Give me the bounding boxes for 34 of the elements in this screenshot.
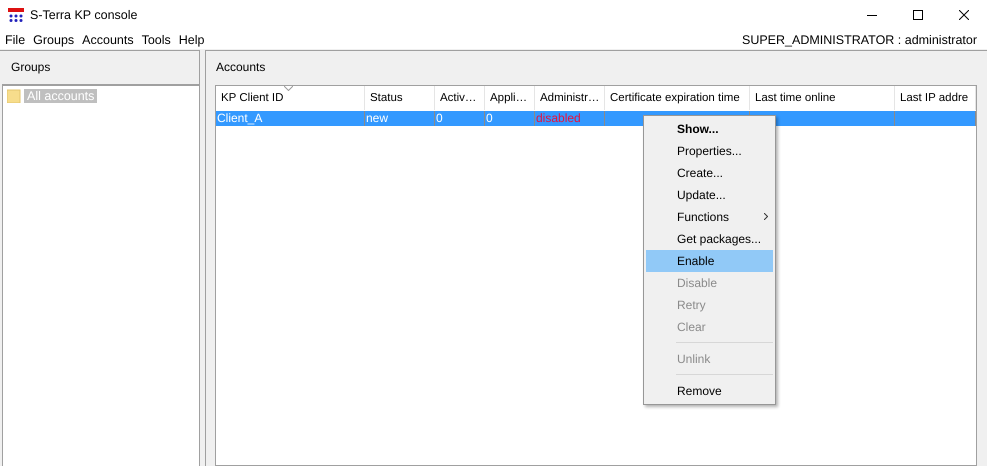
menu-item[interactable]: Help xyxy=(174,32,208,46)
menu-item[interactable]: Accounts xyxy=(77,32,137,46)
folder-icon xyxy=(7,89,21,103)
minimize-icon xyxy=(867,14,877,16)
column-header[interactable]: Last time online xyxy=(750,86,895,110)
menu-item[interactable]: Functions xyxy=(646,206,773,228)
table-cell: new xyxy=(366,111,388,125)
column-header[interactable]: Certificate expiration time xyxy=(605,86,750,110)
column-header[interactable]: Last IP addre xyxy=(895,86,976,110)
menu-item[interactable]: Groups xyxy=(28,32,78,46)
table-cell: 0 xyxy=(436,111,443,125)
menu-item[interactable]: Create... xyxy=(646,162,773,184)
table-cell: 0 xyxy=(486,111,493,125)
menu-item[interactable]: Get packages... xyxy=(646,228,773,250)
table-cell: disabled xyxy=(536,111,581,125)
current-user-label: SUPER_ADMINISTRATOR : administrator xyxy=(742,32,977,46)
app-logo-icon xyxy=(8,8,24,22)
panel-title: Groups xyxy=(10,59,52,76)
menu-item[interactable]: Properties... xyxy=(646,140,773,162)
menu-item[interactable]: File xyxy=(0,32,28,46)
column-header[interactable]: KP Client ID xyxy=(216,86,365,110)
menu-item[interactable]: Tools xyxy=(136,32,174,46)
window-title: S-Terra KP console xyxy=(30,8,138,22)
maximize-icon xyxy=(913,10,923,20)
column-header[interactable]: Status xyxy=(365,86,435,110)
menu-item[interactable]: Update... xyxy=(646,184,773,206)
panel-title: Accounts xyxy=(215,59,266,76)
column-header[interactable]: Activ… xyxy=(435,86,485,110)
column-header[interactable]: Administr… xyxy=(535,86,605,110)
close-icon xyxy=(959,10,969,20)
column-header[interactable]: Appli… xyxy=(485,86,535,110)
table-cell: Client_A xyxy=(217,111,262,125)
menu-item[interactable]: Enable xyxy=(646,250,773,272)
menu-item[interactable]: Remove xyxy=(646,380,773,402)
